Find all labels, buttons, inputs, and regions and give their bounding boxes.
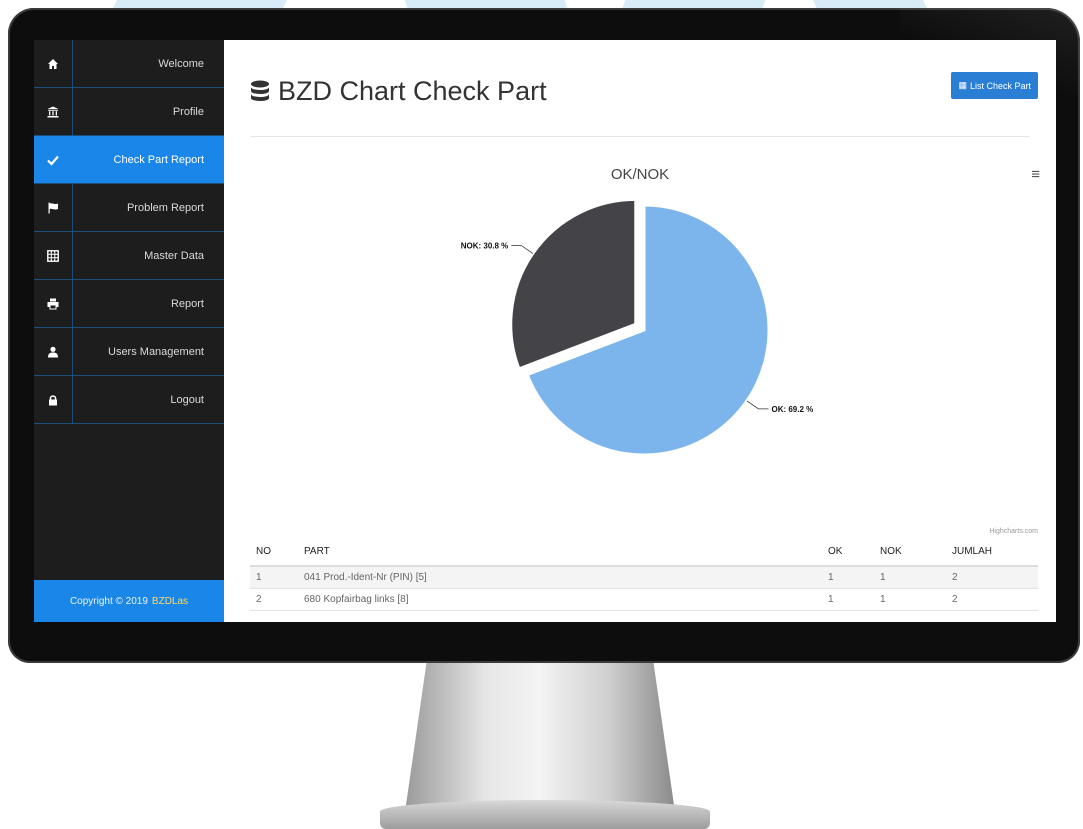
sidebar-item-check-part-report[interactable]: Check Part Report — [34, 136, 224, 184]
column-header[interactable]: PART — [298, 540, 822, 567]
column-header[interactable]: NO — [250, 540, 298, 567]
sidebar-item-label: Check Part Report — [113, 153, 204, 166]
sidebar-item-users-management[interactable]: Users Management — [34, 328, 224, 376]
table-cell: 2 — [250, 588, 298, 611]
table-cell: 1 — [250, 566, 298, 589]
column-header[interactable]: JUMLAH — [946, 540, 1038, 567]
table-cell: 2 — [946, 588, 1038, 611]
parts-table: NO PART OK NOK JUMLAH 1 041 Prod.-Ident-… — [250, 540, 1038, 611]
monitor-base — [380, 800, 710, 829]
sidebar-item-problem-report[interactable]: Problem Report — [34, 184, 224, 232]
copyright-brand[interactable]: BZDLas — [152, 596, 188, 607]
screen: Welcome Profile Check Part Report Proble… — [34, 40, 1056, 622]
sidebar-footer: Copyright © 2019 BZDLas — [34, 580, 224, 622]
table-cell: 1 — [822, 588, 874, 611]
column-header[interactable]: OK — [822, 540, 874, 567]
check-icon — [34, 136, 73, 183]
table-cell: 1 — [874, 588, 946, 611]
pie-chart: OK: 69.2 % NOK: 30.8 % — [461, 197, 813, 457]
table-icon — [34, 232, 73, 279]
sidebar-item-label: Report — [170, 297, 204, 310]
table-cell: 2 — [946, 566, 1038, 589]
sidebar-item-report[interactable]: Report — [34, 280, 224, 328]
table-cell: 1 — [822, 566, 874, 589]
table-header-row: NO PART OK NOK JUMLAH — [250, 540, 1038, 567]
monitor-stand — [405, 662, 675, 812]
column-header[interactable]: NOK — [874, 540, 946, 567]
table-cell: 680 Kopfairbag links [8] — [298, 588, 822, 611]
sidebar-item-master-data[interactable]: Master Data — [34, 232, 224, 280]
sidebar-item-label: Welcome — [158, 57, 204, 70]
sidebar-item-label: Logout — [170, 393, 204, 406]
sidebar: Welcome Profile Check Part Report Proble… — [34, 40, 224, 622]
sidebar-item-label: Users Management — [108, 345, 204, 358]
pie-label-ok: OK: 69.2 % — [771, 405, 813, 414]
chart-credit[interactable]: Highcharts.com — [989, 528, 1038, 535]
pie-connector-ok — [746, 400, 769, 410]
sidebar-item-logout[interactable]: Logout — [34, 376, 224, 424]
table-cell: 1 — [874, 566, 946, 589]
sidebar-item-welcome[interactable]: Welcome — [34, 40, 224, 88]
sidebar-item-label: Master Data — [144, 249, 204, 262]
bank-icon — [34, 88, 73, 135]
pie-label-nok: NOK: 30.8 % — [461, 241, 509, 250]
sidebar-item-label: Profile — [172, 105, 204, 118]
table-cell: 041 Prod.-Ident-Nr (PIN) [5] — [298, 566, 822, 589]
sidebar-item-label: Problem Report — [126, 201, 204, 214]
copyright-text: Copyright © 2019 — [69, 595, 148, 607]
sidebar-item-profile[interactable]: Profile — [34, 88, 224, 136]
main-content: BZD Chart Check Part ▦ List Check Part O… — [224, 40, 1056, 622]
flag-icon — [34, 184, 73, 231]
table-row: 1 041 Prod.-Ident-Nr (PIN) [5] 1 1 2 — [250, 566, 1038, 589]
table-row: 2 680 Kopfairbag links [8] 1 1 2 — [250, 588, 1038, 611]
home-icon — [34, 40, 73, 87]
lock-icon — [34, 376, 73, 423]
user-icon — [34, 328, 73, 375]
print-icon — [34, 280, 73, 327]
pie-connector-nok — [511, 245, 534, 254]
